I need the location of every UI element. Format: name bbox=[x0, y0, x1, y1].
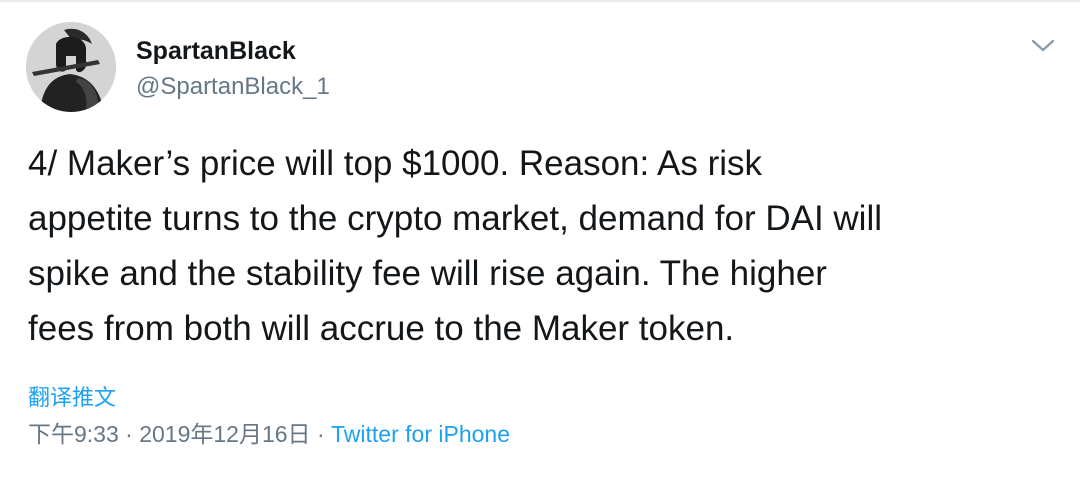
tweet-date[interactable]: 2019年12月16日 bbox=[139, 421, 310, 447]
chevron-down-icon bbox=[1031, 39, 1055, 52]
tweet-text: 4/ Maker’s price will top $1000. Reason:… bbox=[28, 144, 882, 348]
translate-tweet-link[interactable]: 翻译推文 bbox=[28, 384, 116, 412]
tweet-source-link[interactable]: Twitter for iPhone bbox=[331, 421, 510, 447]
tweet-options-button[interactable] bbox=[1028, 34, 1058, 58]
user-handle[interactable]: @SpartanBlack_1 bbox=[136, 72, 330, 102]
top-divider bbox=[0, 0, 1080, 2]
display-name[interactable]: SpartanBlack bbox=[136, 36, 296, 66]
tweet-meta: 下午9:33 · 2019年12月16日 · Twitter for iPhon… bbox=[28, 419, 510, 449]
avatar[interactable] bbox=[26, 22, 116, 112]
meta-separator: · bbox=[118, 421, 140, 447]
spartan-warrior-avatar-icon bbox=[26, 22, 116, 112]
meta-separator: · bbox=[310, 421, 332, 447]
tweet-time[interactable]: 下午9:33 bbox=[28, 421, 119, 447]
